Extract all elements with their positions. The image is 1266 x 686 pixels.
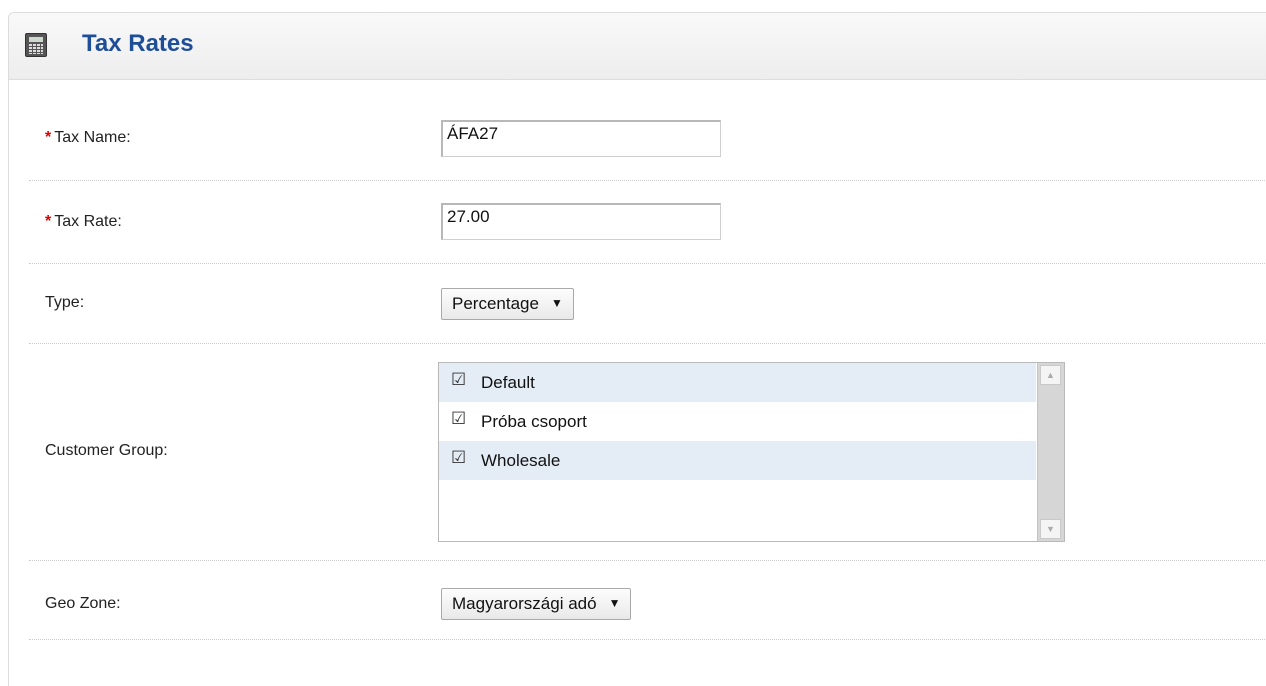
scroll-up-arrow-icon[interactable]: ▲ [1040, 365, 1061, 385]
type-label: Type: [45, 294, 85, 311]
customer-group-item-label: Default [481, 373, 535, 392]
tax-rates-panel: Tax Rates * Tax Name: ÁFA27 * Tax Rate: 27… [8, 12, 1266, 686]
geo-zone-select-value: Magyarországi adó [452, 594, 597, 613]
dropdown-arrow-icon: ▼ [608, 596, 621, 610]
geo-zone-select[interactable]: Magyarországi adó ▼ [441, 588, 632, 620]
required-marker: * [45, 213, 52, 230]
tax-name-input[interactable]: ÁFA27 [441, 120, 721, 157]
customer-group-list[interactable]: ☑ Default ☑ Próba csoport ☑ Wholesale ▲ … [438, 362, 1065, 542]
tax-rate-input[interactable]: 27.00 [441, 203, 721, 240]
tax-rate-label: * Tax Rate: [45, 213, 122, 231]
vertical-scrollbar[interactable]: ▲ ▼ [1037, 363, 1064, 541]
page-title: Tax Rates [82, 30, 194, 57]
checkbox-checked-icon[interactable]: ☑ [451, 448, 466, 468]
required-marker: * [45, 129, 52, 146]
type-select[interactable]: Percentage ▼ [441, 288, 574, 320]
geo-zone-row: Geo Zone: Magyarországi adó ▼ [29, 561, 1266, 640]
customer-group-item[interactable]: ☑ Wholesale [439, 441, 1036, 480]
type-select-value: Percentage [452, 294, 539, 313]
checkbox-checked-icon[interactable]: ☑ [451, 370, 466, 390]
tax-rate-label-text: Tax Rate: [54, 213, 122, 230]
tax-name-label-text: Tax Name: [54, 129, 131, 146]
customer-group-label: Customer Group: [45, 442, 168, 459]
calculator-icon [25, 33, 47, 57]
scroll-down-arrow-icon[interactable]: ▼ [1040, 519, 1061, 539]
type-row: Type: Percentage ▼ [29, 264, 1266, 344]
calculator-screen [29, 37, 43, 42]
tax-name-label: * Tax Name: [45, 129, 131, 147]
customer-group-item-label: Próba csoport [481, 412, 587, 431]
tax-name-row: * Tax Name: ÁFA27 [29, 81, 1266, 181]
calculator-keys [29, 44, 43, 54]
tax-rate-row: * Tax Rate: 27.00 [29, 181, 1266, 264]
geo-zone-label: Geo Zone: [45, 595, 121, 612]
panel-heading: Tax Rates [9, 13, 1266, 80]
customer-group-item[interactable]: ☑ Próba csoport [439, 402, 1036, 441]
dropdown-arrow-icon: ▼ [550, 296, 563, 310]
customer-group-item[interactable]: ☑ Default [439, 363, 1036, 402]
customer-group-row: Customer Group: ☑ Default ☑ Próba csopor… [29, 344, 1266, 561]
checkbox-checked-icon[interactable]: ☑ [451, 409, 466, 429]
customer-group-item-label: Wholesale [481, 451, 561, 470]
